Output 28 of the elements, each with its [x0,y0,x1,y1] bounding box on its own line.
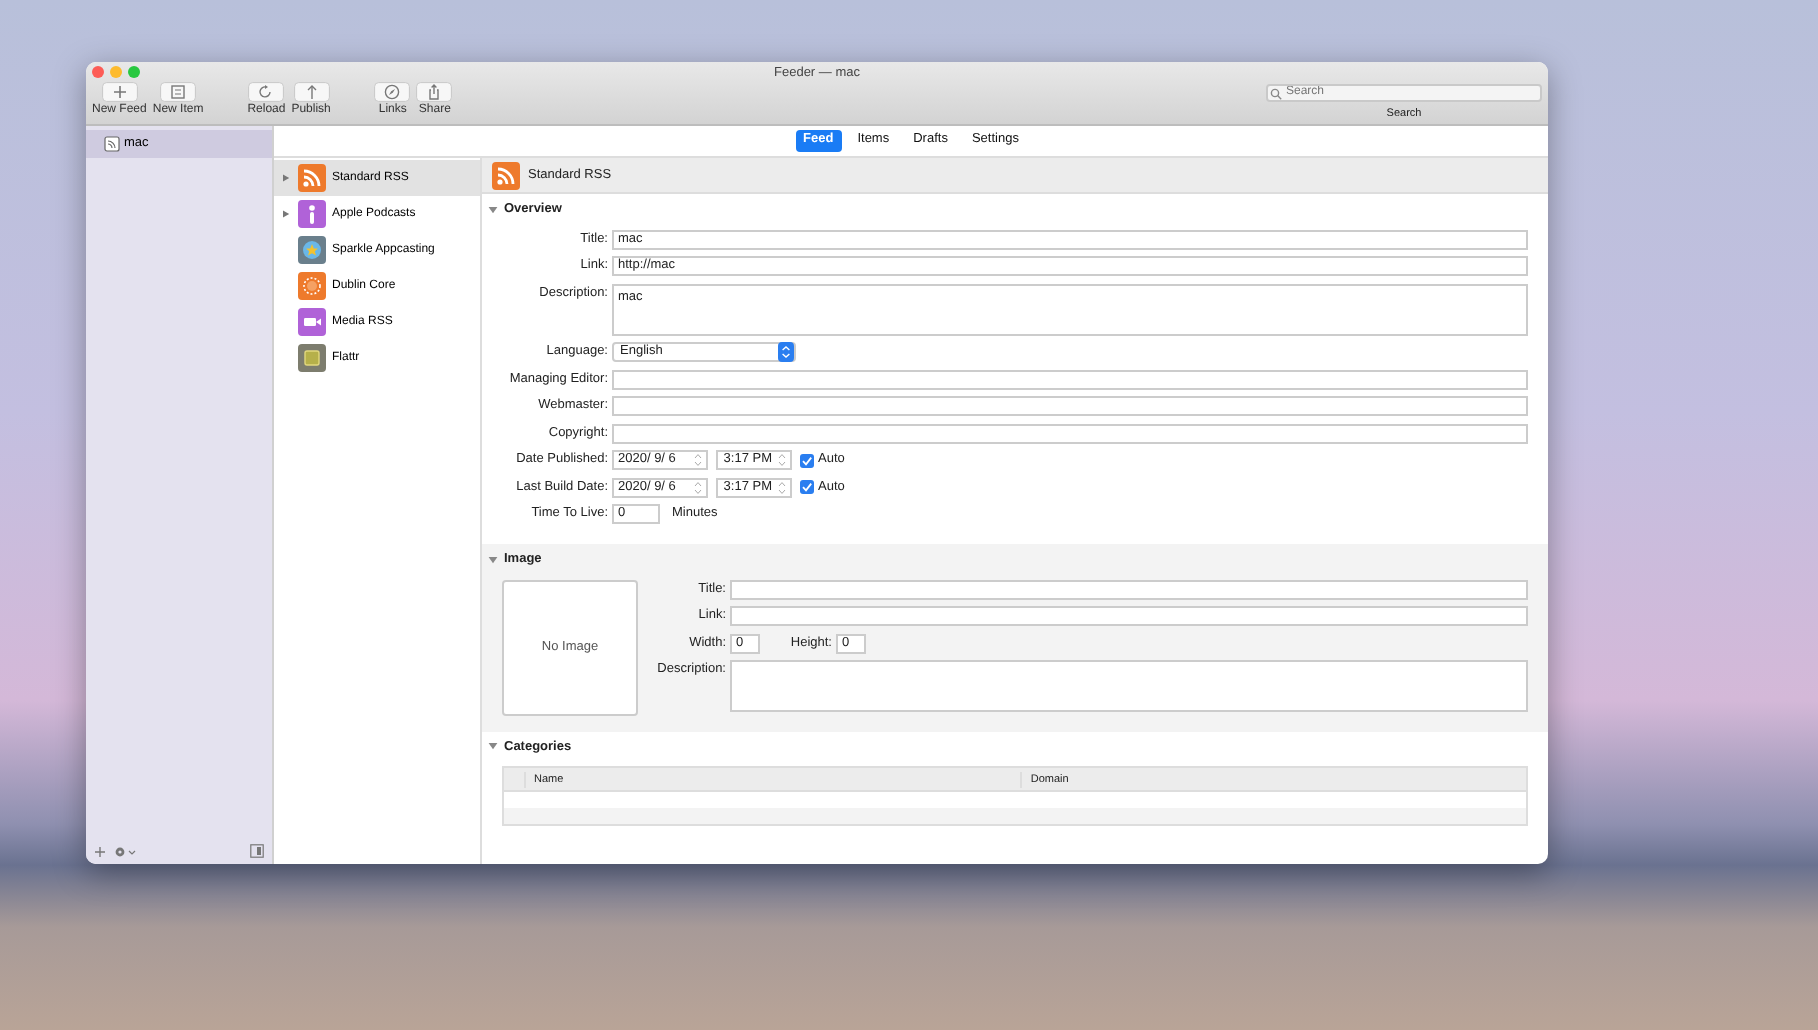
add-icon [94,845,106,857]
stepper-icon [778,479,786,496]
dropdown-stepper-icon [778,342,794,363]
disclosure-triangle-icon [282,174,290,182]
text-field[interactable] [612,423,1528,444]
search-icon [1270,87,1282,99]
close-button[interactable] [92,66,104,78]
text-field[interactable] [730,606,1528,626]
text-field[interactable] [612,369,1528,390]
zoom-button[interactable] [128,66,140,78]
disclosure-triangle-icon [282,210,290,218]
stepper-icon [694,479,702,496]
share-icon [416,82,453,102]
text-field[interactable] [612,396,1528,417]
plus-icon [101,82,138,102]
stepper-icon [778,452,786,469]
compass-icon [374,82,411,102]
text-area[interactable] [730,660,1528,712]
gear-icon [114,845,136,857]
compose-icon [160,82,197,102]
text-field[interactable] [730,579,1528,599]
stepper-icon [694,452,702,469]
minimize-button[interactable] [110,66,122,78]
table-row[interactable] [504,808,1526,825]
feed-icon [104,135,120,152]
sidebar-toggle-icon [250,844,264,858]
rss-icon [492,161,520,189]
reload-icon [248,82,285,102]
